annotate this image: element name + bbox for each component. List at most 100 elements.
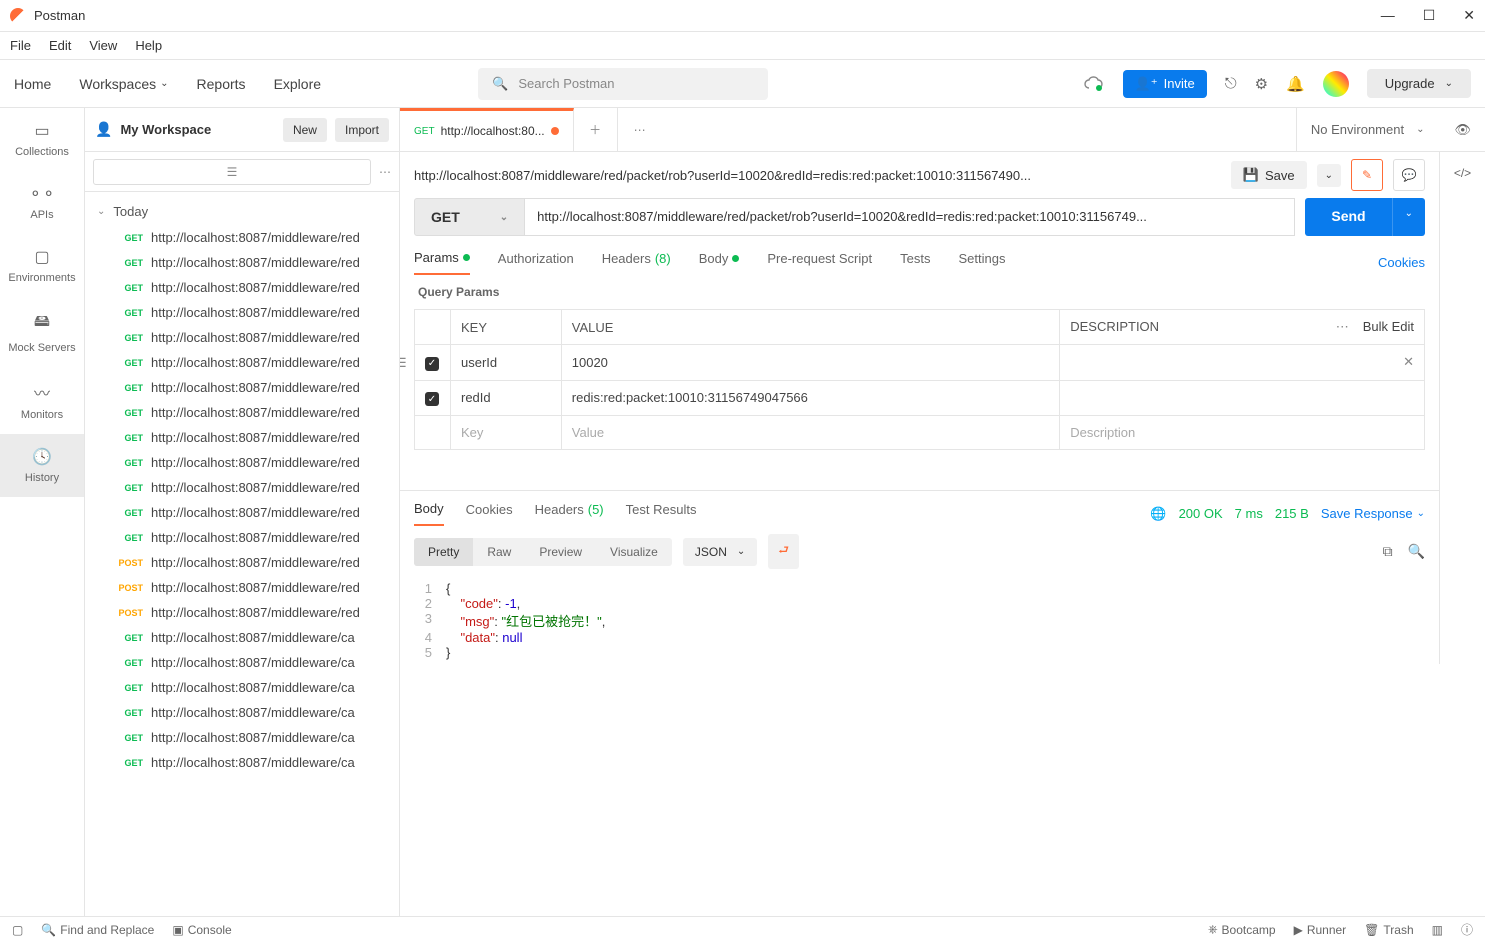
history-item[interactable]: GEThttp://localhost:8087/middleware/red xyxy=(85,275,399,300)
menu-file[interactable]: File xyxy=(10,38,31,53)
help-icon[interactable]: ⓘ xyxy=(1461,921,1473,938)
sidebar-monitors[interactable]: 〰Monitors xyxy=(0,367,84,434)
bulk-edit-link[interactable]: Bulk Edit xyxy=(1363,319,1414,335)
send-dropdown[interactable]: ⌄ xyxy=(1392,198,1425,236)
tab-body[interactable]: Body xyxy=(699,251,740,274)
history-item[interactable]: GEThttp://localhost:8087/middleware/red xyxy=(85,375,399,400)
copy-icon[interactable]: ⧉ xyxy=(1383,543,1393,560)
nav-workspaces[interactable]: Workspaces⌄ xyxy=(79,76,168,92)
sidebar-apis[interactable]: ⚬⚬APIs xyxy=(0,171,84,234)
nav-reports[interactable]: Reports xyxy=(197,76,246,92)
view-raw[interactable]: Raw xyxy=(473,538,525,566)
param-row[interactable]: ☰✓ userId 10020 ✕ xyxy=(415,345,1425,381)
tab-more-button[interactable]: ⋯ xyxy=(618,108,662,151)
runner[interactable]: ▶Runner xyxy=(1294,921,1347,938)
sidebar-environments[interactable]: ▢Environments xyxy=(0,234,84,297)
request-tab[interactable]: GET http://localhost:80... xyxy=(400,108,574,151)
resp-tab-cookies[interactable]: Cookies xyxy=(466,502,513,525)
history-item[interactable]: POSThttp://localhost:8087/middleware/red xyxy=(85,550,399,575)
find-replace[interactable]: 🔍Find and Replace xyxy=(41,923,154,937)
param-desc-placeholder[interactable]: Description xyxy=(1060,416,1425,450)
wrap-lines-icon[interactable]: ⮐ xyxy=(768,534,799,569)
import-button[interactable]: Import xyxy=(335,118,389,142)
settings-icon[interactable]: ⚙ xyxy=(1255,75,1268,93)
two-pane-icon[interactable]: ▥ xyxy=(1432,921,1443,938)
menu-edit[interactable]: Edit xyxy=(49,38,71,53)
param-row-empty[interactable]: Key Value Description xyxy=(415,416,1425,450)
environment-preview-icon[interactable]: 👁 xyxy=(1454,122,1471,138)
cookies-link[interactable]: Cookies xyxy=(1378,255,1425,270)
save-response-button[interactable]: Save Response⌄ xyxy=(1321,506,1425,521)
save-dropdown[interactable]: ⌄ xyxy=(1317,164,1341,187)
history-item[interactable]: POSThttp://localhost:8087/middleware/red xyxy=(85,600,399,625)
checkbox-checked-icon[interactable]: ✓ xyxy=(425,357,439,371)
view-visualize[interactable]: Visualize xyxy=(596,538,672,566)
view-preview[interactable]: Preview xyxy=(525,538,596,566)
history-item[interactable]: GEThttp://localhost:8087/middleware/red xyxy=(85,450,399,475)
network-icon[interactable]: 🌐 xyxy=(1150,506,1166,522)
history-item[interactable]: GEThttp://localhost:8087/middleware/red xyxy=(85,475,399,500)
delete-icon[interactable]: ✕ xyxy=(1403,354,1414,370)
sidebar-mockservers[interactable]: 🖴Mock Servers xyxy=(0,297,84,367)
history-group-today[interactable]: ⌄ Today xyxy=(85,198,399,225)
param-value-placeholder[interactable]: Value xyxy=(561,416,1059,450)
filter-input[interactable]: ☰ xyxy=(93,159,371,185)
nav-explore[interactable]: Explore xyxy=(274,76,321,92)
param-row[interactable]: ✓ redId redis:red:packet:10010:311567490… xyxy=(415,380,1425,416)
comment-icon[interactable]: 💬 xyxy=(1393,159,1425,191)
upgrade-button[interactable]: Upgrade⌄ xyxy=(1367,69,1471,98)
history-item[interactable]: GEThttp://localhost:8087/middleware/red xyxy=(85,500,399,525)
maximize-icon[interactable]: ☐ xyxy=(1423,7,1436,24)
history-item[interactable]: GEThttp://localhost:8087/middleware/red xyxy=(85,225,399,250)
checkbox-checked-icon[interactable]: ✓ xyxy=(425,392,439,406)
edit-icon[interactable]: ✎ xyxy=(1351,159,1383,191)
history-item[interactable]: GEThttp://localhost:8087/middleware/red xyxy=(85,400,399,425)
sync-icon[interactable] xyxy=(1083,73,1105,95)
history-item[interactable]: GEThttp://localhost:8087/middleware/ca xyxy=(85,700,399,725)
history-item[interactable]: GEThttp://localhost:8087/middleware/ca xyxy=(85,725,399,750)
history-item[interactable]: GEThttp://localhost:8087/middleware/red xyxy=(85,250,399,275)
user-avatar[interactable] xyxy=(1323,71,1349,97)
invite-button[interactable]: 👤⁺Invite xyxy=(1123,70,1207,98)
close-icon[interactable]: ✕ xyxy=(1463,7,1475,24)
param-desc[interactable] xyxy=(1060,380,1425,416)
sidebar-history[interactable]: 🕓History xyxy=(0,434,84,497)
history-list[interactable]: ⌄ Today GEThttp://localhost:8087/middlew… xyxy=(85,192,399,916)
environment-selector[interactable]: No Environment ⌄ 👁 xyxy=(1296,108,1485,151)
history-item[interactable]: GEThttp://localhost:8087/middleware/ca xyxy=(85,650,399,675)
workspace-name[interactable]: My Workspace xyxy=(120,122,275,137)
menu-view[interactable]: View xyxy=(89,38,117,53)
new-tab-button[interactable]: ＋ xyxy=(574,108,618,151)
history-item[interactable]: GEThttp://localhost:8087/middleware/ca xyxy=(85,675,399,700)
console[interactable]: ▣Console xyxy=(172,923,231,937)
trash[interactable]: 🗑Trash xyxy=(1364,921,1413,938)
minimize-icon[interactable]: — xyxy=(1381,7,1395,24)
history-item[interactable]: POSThttp://localhost:8087/middleware/red xyxy=(85,575,399,600)
request-name[interactable]: http://localhost:8087/middleware/red/pac… xyxy=(414,168,1221,183)
capture-icon[interactable]: ⎋ xyxy=(1225,75,1237,92)
code-icon[interactable]: </> xyxy=(1454,166,1471,180)
send-button[interactable]: Send xyxy=(1305,198,1391,236)
param-value[interactable]: 10020 xyxy=(561,345,1059,381)
tab-prerequest[interactable]: Pre-request Script xyxy=(767,251,872,274)
history-item[interactable]: GEThttp://localhost:8087/middleware/red xyxy=(85,325,399,350)
history-item[interactable]: GEThttp://localhost:8087/middleware/red xyxy=(85,350,399,375)
save-button[interactable]: 💾Save xyxy=(1231,161,1307,189)
history-item[interactable]: GEThttp://localhost:8087/middleware/ca xyxy=(85,625,399,650)
param-key[interactable]: redId xyxy=(451,380,562,416)
tab-settings[interactable]: Settings xyxy=(958,251,1005,274)
search-input[interactable]: 🔍 Search Postman xyxy=(478,68,768,100)
tab-tests[interactable]: Tests xyxy=(900,251,930,274)
resp-tab-tests[interactable]: Test Results xyxy=(626,502,697,525)
menu-help[interactable]: Help xyxy=(135,38,162,53)
history-item[interactable]: GEThttp://localhost:8087/middleware/red xyxy=(85,425,399,450)
url-input[interactable]: http://localhost:8087/middleware/red/pac… xyxy=(525,198,1295,236)
toggle-sidebar-icon[interactable]: ▢ xyxy=(12,923,23,937)
nav-home[interactable]: Home xyxy=(14,76,51,92)
resp-tab-body[interactable]: Body xyxy=(414,501,444,526)
sidebar-collections[interactable]: ▭Collections xyxy=(0,108,84,171)
tab-headers[interactable]: Headers (8) xyxy=(602,251,671,274)
tab-authorization[interactable]: Authorization xyxy=(498,251,574,274)
param-key[interactable]: userId xyxy=(451,345,562,381)
new-button[interactable]: New xyxy=(283,118,327,142)
